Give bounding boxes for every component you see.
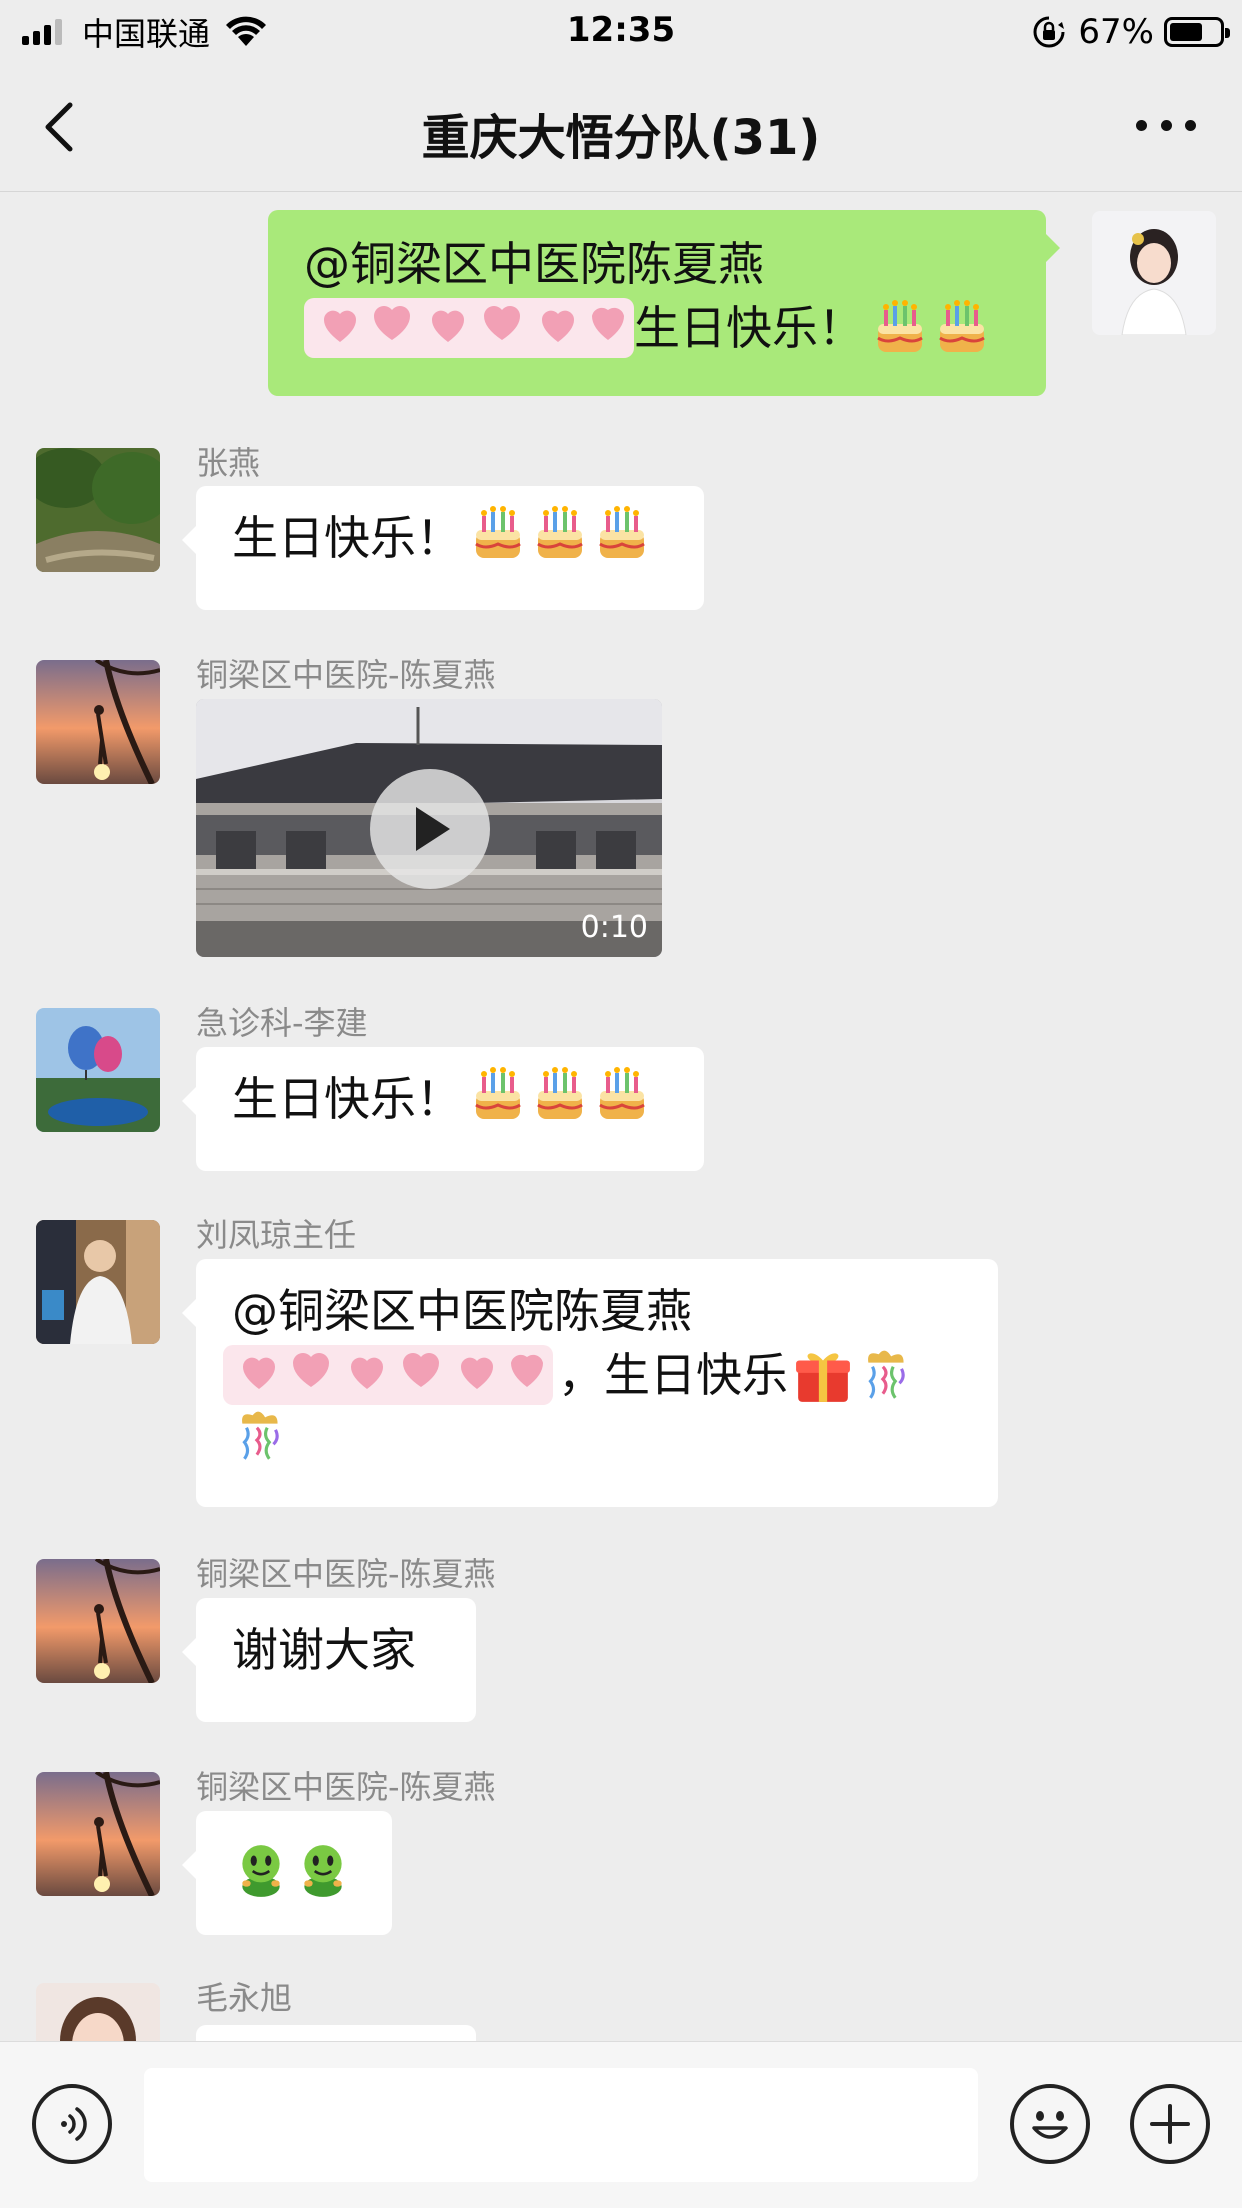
avatar-sender[interactable] bbox=[36, 1772, 160, 1896]
nav-bar: 重庆大悟分队(31) bbox=[0, 62, 1242, 192]
message-bubble[interactable] bbox=[182, 1811, 392, 1935]
confetti-emoji-icon bbox=[232, 1407, 290, 1465]
more-dots-icon bbox=[1136, 119, 1147, 131]
status-bar: 中国联通 12:35 67% bbox=[0, 0, 1242, 62]
sender-name: 铜梁区中医院-陈夏燕 bbox=[196, 656, 496, 694]
message-line: ，生日快乐 bbox=[218, 1343, 962, 1407]
battery-percent: 67% bbox=[1078, 12, 1154, 52]
message-bubble[interactable]: 生日快乐！ bbox=[182, 1047, 704, 1171]
sender-name: 铜梁区中医院-陈夏燕 bbox=[196, 1555, 496, 1593]
voice-button[interactable] bbox=[32, 2084, 112, 2164]
avatar-sender[interactable] bbox=[36, 660, 160, 784]
avatar-sender[interactable] bbox=[36, 1008, 160, 1132]
message-bubble[interactable]: 生日快乐！ bbox=[182, 486, 704, 610]
plus-icon bbox=[1150, 2104, 1190, 2144]
cake-emoji-icon bbox=[534, 1067, 586, 1123]
play-icon[interactable] bbox=[370, 769, 490, 889]
emoji-button[interactable] bbox=[1010, 2084, 1090, 2164]
my-avatar[interactable] bbox=[1092, 211, 1216, 335]
gift-emoji-icon bbox=[794, 1346, 852, 1404]
avatar-sender[interactable] bbox=[36, 1220, 160, 1344]
more-dot bbox=[1160, 119, 1172, 131]
input-bar bbox=[0, 2041, 1242, 2208]
redacted-hearts-image bbox=[304, 298, 634, 358]
sender-name: 急诊科-李建 bbox=[196, 1004, 368, 1042]
battery-fill bbox=[1170, 23, 1202, 41]
avatar-sender[interactable] bbox=[36, 1983, 160, 2041]
battery-icon bbox=[1164, 17, 1230, 47]
video-message[interactable]: 0:10 bbox=[196, 699, 662, 957]
more-button[interactable] bbox=[1136, 110, 1196, 140]
message-input[interactable] bbox=[144, 2068, 978, 2182]
rotation-lock-icon bbox=[1033, 16, 1065, 48]
green-man-emoji-icon bbox=[294, 1841, 352, 1899]
more-dot bbox=[1185, 119, 1196, 131]
avatar-sender[interactable] bbox=[36, 448, 160, 572]
plus-button[interactable] bbox=[1130, 2084, 1210, 2164]
message-bubble[interactable] bbox=[196, 2025, 476, 2041]
avatar-sender[interactable] bbox=[36, 1559, 160, 1683]
sender-name: 张燕 bbox=[196, 444, 261, 482]
cake-emoji-icon bbox=[472, 506, 524, 562]
emoji-icon bbox=[1032, 2111, 1068, 2139]
chat-title: 重庆大悟分队(31) bbox=[421, 110, 821, 166]
message-line bbox=[232, 1407, 962, 1481]
cake-emoji-icon bbox=[596, 506, 648, 562]
message-text: 谢谢大家 bbox=[232, 1623, 416, 1677]
sender-name: 铜梁区中医院-陈夏燕 bbox=[196, 1768, 496, 1806]
cake-emoji-icon bbox=[534, 506, 586, 562]
cake-emoji-icon bbox=[472, 1067, 524, 1123]
chat-messages[interactable]: @铜梁区中医院陈夏燕 生日快乐！ 张燕 生日快乐！ 铜梁区中医院-陈夏燕 0:1… bbox=[0, 193, 1242, 2041]
green-man-emoji-icon bbox=[232, 1841, 290, 1899]
mention-text: @铜梁区中医院陈夏燕 bbox=[304, 237, 764, 291]
message-text: 生日快乐！ bbox=[232, 1072, 462, 1126]
redacted-hearts-image bbox=[218, 1345, 558, 1405]
message-line: 生日快乐！ bbox=[304, 296, 1010, 360]
sender-name: 刘凤琼主任 bbox=[196, 1216, 357, 1254]
battery-nub bbox=[1225, 28, 1230, 38]
mention-text: @铜梁区中医院陈夏燕 bbox=[232, 1284, 692, 1338]
message-text: 生日快乐！ bbox=[634, 301, 864, 355]
message-text: ，生日快乐 bbox=[558, 1348, 788, 1402]
message-bubble[interactable]: 谢谢大家 bbox=[182, 1598, 476, 1722]
confetti-emoji-icon bbox=[858, 1346, 916, 1404]
cake-emoji-icon bbox=[596, 1067, 648, 1123]
cake-emoji-icon bbox=[936, 300, 988, 356]
cake-emoji-icon bbox=[874, 300, 926, 356]
message-text: 生日快乐！ bbox=[232, 511, 462, 565]
status-right: 67% bbox=[1032, 12, 1230, 52]
message-bubble-outgoing[interactable]: @铜梁区中医院陈夏燕 生日快乐！ bbox=[268, 210, 1060, 396]
sender-name: 毛永旭 bbox=[196, 1979, 293, 2017]
voice-icon bbox=[61, 2107, 87, 2141]
video-duration: 0:10 bbox=[580, 910, 648, 945]
message-bubble[interactable]: @铜梁区中医院陈夏燕 ，生日快乐 bbox=[182, 1259, 998, 1507]
